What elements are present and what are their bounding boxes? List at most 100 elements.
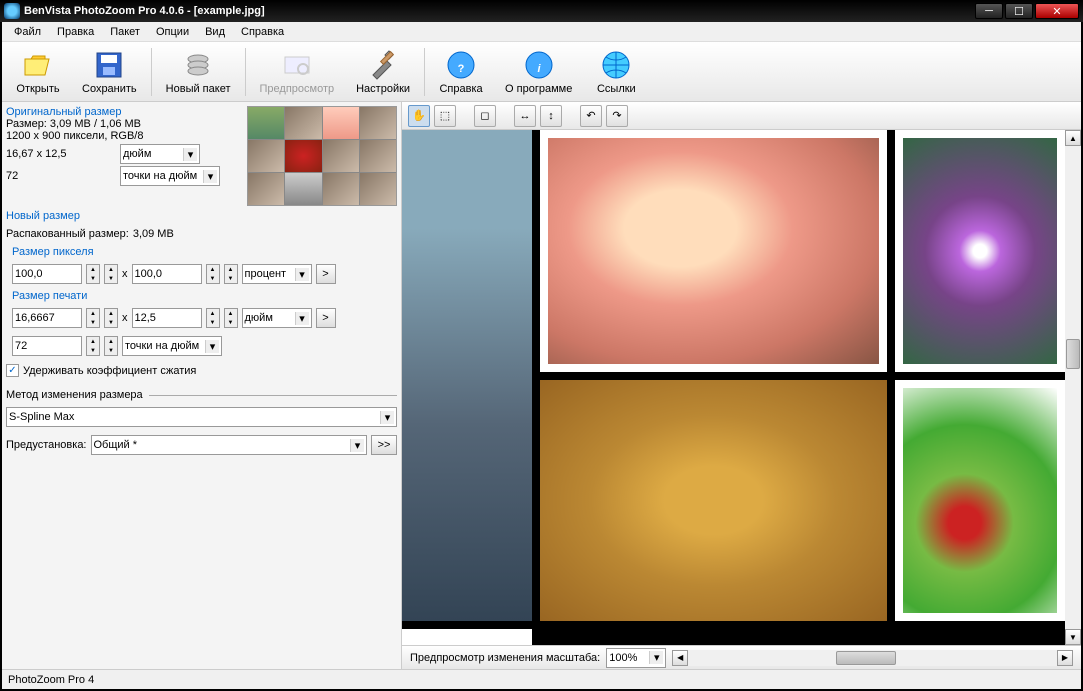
- spinner[interactable]: ▲▼: [206, 264, 220, 284]
- spinner[interactable]: ▲▼: [86, 336, 100, 356]
- orig-res-unit-select[interactable]: точки на дюйм▾: [120, 166, 220, 186]
- apply-button[interactable]: >: [316, 308, 336, 328]
- scroll-thumb[interactable]: [1066, 339, 1080, 369]
- separator: [424, 48, 425, 96]
- print-size-title: Размер печати: [12, 290, 397, 302]
- about-button[interactable]: i О программе: [497, 47, 580, 97]
- resize-method-select[interactable]: S-Spline Max▾: [6, 407, 397, 427]
- settings-button[interactable]: Настройки: [348, 47, 418, 97]
- menu-view[interactable]: Вид: [197, 24, 233, 40]
- svg-text:?: ?: [458, 63, 465, 75]
- close-button[interactable]: ✕: [1035, 3, 1079, 19]
- arrow-h-icon: ↔: [520, 110, 531, 122]
- minimize-button[interactable]: ─: [975, 3, 1003, 19]
- app-icon: [4, 3, 20, 19]
- new-size-title: Новый размер: [6, 210, 397, 222]
- undo-icon: ↶: [586, 109, 595, 122]
- spinner[interactable]: ▲▼: [104, 264, 118, 284]
- spinner[interactable]: ▲▼: [224, 264, 238, 284]
- resolution-unit-select[interactable]: точки на дюйм▾: [122, 336, 222, 356]
- save-icon: [93, 49, 125, 81]
- image-region: [540, 130, 887, 372]
- menu-edit[interactable]: Правка: [49, 24, 102, 40]
- window-title: BenVista PhotoZoom Pro 4.0.6 - [example.…: [24, 5, 975, 17]
- original-dimensions: 1200 x 900 пиксели, RGB/8: [6, 130, 241, 142]
- print-width-input[interactable]: [12, 308, 82, 328]
- chevron-down-icon: ▾: [649, 651, 663, 664]
- keep-ratio-checkbox[interactable]: ✓: [6, 364, 19, 377]
- horizontal-scrollbar[interactable]: ◀ ▶: [672, 650, 1073, 666]
- print-unit-select[interactable]: дюйм▾: [242, 308, 312, 328]
- help-label: Справка: [439, 83, 482, 95]
- hand-tool[interactable]: ✋: [408, 105, 430, 127]
- newbatch-button[interactable]: Новый пакет: [158, 47, 239, 97]
- open-button[interactable]: Открыть: [8, 47, 68, 97]
- maximize-button[interactable]: ☐: [1005, 3, 1033, 19]
- scroll-down-button[interactable]: ▼: [1065, 629, 1081, 645]
- scroll-left-button[interactable]: ◀: [672, 650, 688, 666]
- links-button[interactable]: Ссылки: [586, 47, 646, 97]
- chevron-down-icon: ▾: [295, 268, 309, 281]
- original-size-value: Размер: 3,09 MB / 1,06 MB: [6, 118, 241, 130]
- chevron-down-icon: ▾: [205, 340, 219, 353]
- preview-button[interactable]: Предпросмотр: [252, 47, 343, 97]
- image-region: [540, 380, 887, 622]
- menu-options[interactable]: Опции: [148, 24, 197, 40]
- menu-batch[interactable]: Пакет: [102, 24, 148, 40]
- separator: [245, 48, 246, 96]
- spinner[interactable]: ▲▼: [104, 336, 118, 356]
- print-height-input[interactable]: [132, 308, 202, 328]
- orig-phys-unit-select[interactable]: дюйм▾: [120, 144, 200, 164]
- batch-icon: [182, 49, 214, 81]
- apply-button[interactable]: >: [316, 264, 336, 284]
- spinner[interactable]: ▲▼: [86, 264, 100, 284]
- undo-button[interactable]: ↶: [580, 105, 602, 127]
- keep-ratio-label: Удерживать коэффициент сжатия: [23, 365, 196, 377]
- menu-file[interactable]: Файл: [6, 24, 49, 40]
- resolution-input[interactable]: [12, 336, 82, 356]
- spinner[interactable]: ▲▼: [224, 308, 238, 328]
- pixel-height-input[interactable]: [132, 264, 202, 284]
- scroll-up-button[interactable]: ▲: [1065, 130, 1081, 146]
- redo-icon: ↷: [612, 109, 621, 122]
- spinner[interactable]: ▲▼: [206, 308, 220, 328]
- save-button[interactable]: Сохранить: [74, 47, 145, 97]
- settings-label: Настройки: [356, 83, 410, 95]
- redo-button[interactable]: ↷: [606, 105, 628, 127]
- flip-v-tool[interactable]: ↕: [540, 105, 562, 127]
- scroll-right-button[interactable]: ▶: [1057, 650, 1073, 666]
- chevron-down-icon: ▾: [350, 439, 364, 452]
- original-resolution: 72: [6, 170, 116, 182]
- links-label: Ссылки: [597, 83, 636, 95]
- chevron-down-icon: ▾: [203, 170, 217, 183]
- folder-open-icon: [22, 49, 54, 81]
- zoom-select[interactable]: 100%▾: [606, 648, 666, 668]
- spinner[interactable]: ▲▼: [86, 308, 100, 328]
- scroll-thumb[interactable]: [836, 651, 896, 665]
- vertical-scrollbar[interactable]: ▲ ▼: [1065, 130, 1081, 645]
- crop-tool[interactable]: ◻: [474, 105, 496, 127]
- crop-icon: ◻: [480, 109, 489, 122]
- hand-icon: ✋: [412, 109, 426, 122]
- flip-h-tool[interactable]: ↔: [514, 105, 536, 127]
- menu-help[interactable]: Справка: [233, 24, 292, 40]
- left-panel: Оригинальный размер Размер: 3,09 MB / 1,…: [2, 102, 402, 669]
- preview-icon: [281, 49, 313, 81]
- spinner[interactable]: ▲▼: [104, 308, 118, 328]
- marquee-icon: ⬚: [440, 109, 450, 122]
- pixel-width-input[interactable]: [12, 264, 82, 284]
- preset-select[interactable]: Общий *▾: [91, 435, 368, 455]
- newbatch-label: Новый пакет: [166, 83, 231, 95]
- preset-more-button[interactable]: >>: [371, 435, 397, 455]
- preview-canvas[interactable]: ▲ ▼: [402, 130, 1081, 645]
- status-bar: PhotoZoom Pro 4: [2, 669, 1081, 689]
- x-label: x: [122, 268, 128, 280]
- about-label: О программе: [505, 83, 572, 95]
- help-button[interactable]: ? Справка: [431, 47, 491, 97]
- menubar: Файл Правка Пакет Опции Вид Справка: [2, 22, 1081, 42]
- select-tool[interactable]: ⬚: [434, 105, 456, 127]
- image-region: [402, 130, 532, 621]
- thumbnail-preview[interactable]: [247, 106, 397, 206]
- unpacked-value: 3,09 MB: [133, 228, 174, 240]
- pixel-unit-select[interactable]: процент▾: [242, 264, 312, 284]
